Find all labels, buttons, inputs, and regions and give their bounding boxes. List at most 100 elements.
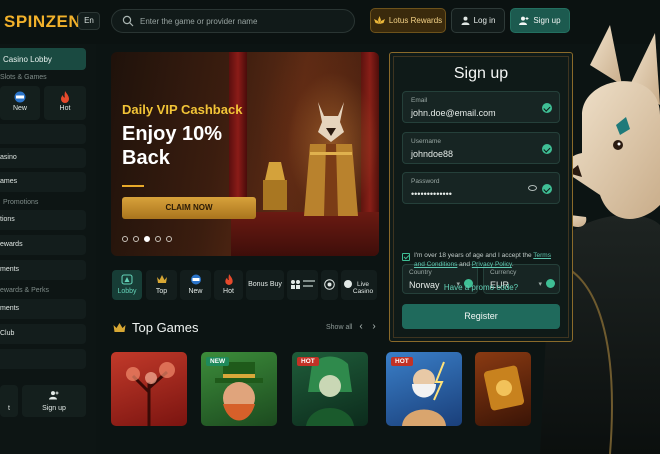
category-new[interactable]: New bbox=[180, 270, 211, 300]
sidebar-item-label: ments bbox=[0, 266, 20, 273]
email-value: john.doe@email.com bbox=[411, 108, 496, 118]
sidebar: Casino Lobby Slots & Games New Hot asino… bbox=[0, 44, 96, 454]
terms-checkbox[interactable] bbox=[402, 253, 410, 261]
sidebar-item-tournaments[interactable]: ments bbox=[0, 260, 86, 280]
category-roulette[interactable] bbox=[321, 270, 338, 300]
sidebar-item-club[interactable]: Club bbox=[0, 324, 86, 344]
banner-title: Enjoy 10% Back bbox=[122, 123, 223, 169]
sidebar-item-label: asino bbox=[0, 154, 17, 161]
sidebar-item-casino[interactable]: asino bbox=[0, 148, 86, 168]
site-logo[interactable]: SPINZEN bbox=[4, 12, 81, 32]
table-games-icon bbox=[291, 280, 300, 289]
terms-and: and bbox=[457, 261, 472, 268]
sidebar-tile-label: New bbox=[12, 105, 27, 112]
login-button[interactable]: Log in bbox=[451, 8, 505, 33]
claim-now-button[interactable]: CLAIM NOW bbox=[122, 197, 256, 219]
terms-suffix: . bbox=[511, 261, 514, 268]
category-table-games[interactable] bbox=[287, 270, 318, 300]
check-icon bbox=[542, 184, 552, 194]
sidebar-tile-label: Hot bbox=[59, 105, 71, 112]
roulette-icon bbox=[324, 279, 335, 290]
country-label: Country bbox=[409, 269, 432, 276]
terms-prefix: I'm over 18 years of age and I accept th… bbox=[414, 252, 534, 259]
email-field[interactable]: Email john.doe@email.com bbox=[402, 91, 560, 123]
game-card-2[interactable]: NEW bbox=[201, 352, 277, 426]
game-artwork bbox=[483, 365, 525, 411]
check-icon bbox=[542, 144, 552, 154]
game-card-4[interactable]: HOT bbox=[386, 352, 462, 426]
category-caption-line bbox=[303, 285, 313, 287]
lotus-rewards-button[interactable]: Lotus Rewards bbox=[370, 8, 446, 33]
sidebar-item-label: ames bbox=[0, 178, 18, 185]
banner-divider bbox=[122, 185, 144, 187]
sidebar-bottom-signup[interactable]: Sign up bbox=[22, 385, 86, 417]
category-hot[interactable]: Hot bbox=[214, 270, 243, 300]
sidebar-item-blank[interactable] bbox=[0, 124, 86, 144]
lotus-icon bbox=[373, 16, 385, 24]
username-field[interactable]: Username johndoe88 bbox=[402, 132, 560, 164]
sidebar-item-promotions[interactable]: tions bbox=[0, 210, 86, 230]
sidebar-bottom-label: t bbox=[8, 405, 10, 412]
game-artwork bbox=[126, 362, 175, 426]
password-field[interactable]: Password ••••••••••••• bbox=[402, 172, 560, 204]
show-all-link[interactable]: Show all bbox=[326, 324, 352, 331]
treasure-decoration bbox=[263, 162, 287, 210]
carousel-dot[interactable] bbox=[166, 236, 172, 242]
game-card-5[interactable] bbox=[475, 352, 531, 426]
promo-banner[interactable]: Daily VIP Cashback Enjoy 10% Back CLAIM … bbox=[111, 52, 379, 256]
banner-subtitle: Daily VIP Cashback bbox=[122, 102, 243, 117]
promo-code-link[interactable]: Have a promo code? bbox=[390, 283, 572, 292]
carousel-dot[interactable] bbox=[133, 236, 139, 242]
carousel-dot[interactable] bbox=[122, 236, 128, 242]
game-badge: HOT bbox=[297, 357, 319, 366]
sidebar-bottom-label: Sign up bbox=[42, 405, 66, 412]
email-label: Email bbox=[411, 97, 428, 104]
password-label: Password bbox=[411, 178, 440, 185]
sidebar-item-casino-lobby[interactable]: Casino Lobby bbox=[0, 48, 86, 70]
carousel-dot[interactable] bbox=[155, 236, 161, 242]
search-icon bbox=[122, 15, 134, 27]
next-arrow-icon[interactable]: › bbox=[369, 321, 379, 335]
category-label: Lobby bbox=[117, 288, 137, 295]
sidebar-item-label: ewards bbox=[0, 241, 23, 248]
fire-icon bbox=[224, 274, 233, 285]
sidebar-tile-new[interactable]: New bbox=[0, 86, 40, 120]
username-label: Username bbox=[411, 138, 441, 145]
category-bonus-buy[interactable]: Bonus Buy bbox=[246, 270, 284, 300]
sidebar-section-rewards-perks: ewards & Perks bbox=[0, 287, 50, 294]
category-top[interactable]: Top bbox=[146, 270, 177, 300]
sidebar-tile-hot[interactable]: Hot bbox=[44, 86, 86, 120]
register-button[interactable]: Register bbox=[402, 304, 560, 329]
fox-character-illustration bbox=[304, 102, 358, 216]
game-badge: HOT bbox=[391, 357, 413, 366]
eye-icon[interactable] bbox=[528, 185, 537, 191]
crown-icon bbox=[113, 323, 126, 332]
category-lobby[interactable]: Lobby bbox=[112, 270, 142, 300]
category-label: Hot bbox=[223, 288, 234, 295]
sidebar-item-blank-2[interactable] bbox=[0, 349, 86, 369]
signup-modal: Sign up Email john.doe@email.com Usernam… bbox=[389, 52, 573, 342]
game-card-1[interactable] bbox=[111, 352, 187, 426]
check-icon bbox=[542, 103, 552, 113]
new-icon bbox=[190, 274, 201, 285]
search-bar[interactable]: Enter the game or provider name bbox=[111, 9, 355, 33]
sidebar-item-label: ments bbox=[0, 305, 20, 312]
fire-icon bbox=[61, 91, 69, 103]
currency-label: Currency bbox=[490, 269, 517, 276]
prev-arrow-icon[interactable]: ‹ bbox=[356, 321, 366, 335]
language-selector[interactable]: En bbox=[78, 12, 100, 30]
privacy-link[interactable]: Privacy Policy bbox=[472, 261, 512, 268]
sidebar-item-games[interactable]: ames bbox=[0, 172, 86, 192]
category-label: New bbox=[188, 288, 203, 295]
category-caption-line bbox=[303, 280, 315, 282]
sidebar-item-rewards[interactable]: ewards bbox=[0, 235, 86, 255]
sidebar-bottom-login[interactable]: t bbox=[0, 385, 18, 417]
sidebar-item-label: tions bbox=[0, 216, 15, 223]
sidebar-item-label: Casino Lobby bbox=[3, 55, 52, 64]
category-live-casino[interactable]: Live Casino bbox=[341, 270, 377, 300]
game-card-3[interactable]: HOT bbox=[292, 352, 368, 426]
crown-icon bbox=[156, 275, 167, 283]
carousel-dot-active[interactable] bbox=[144, 236, 150, 242]
sidebar-item-tournaments-2[interactable]: ments bbox=[0, 299, 86, 319]
category-label: Live Casino bbox=[352, 281, 374, 295]
